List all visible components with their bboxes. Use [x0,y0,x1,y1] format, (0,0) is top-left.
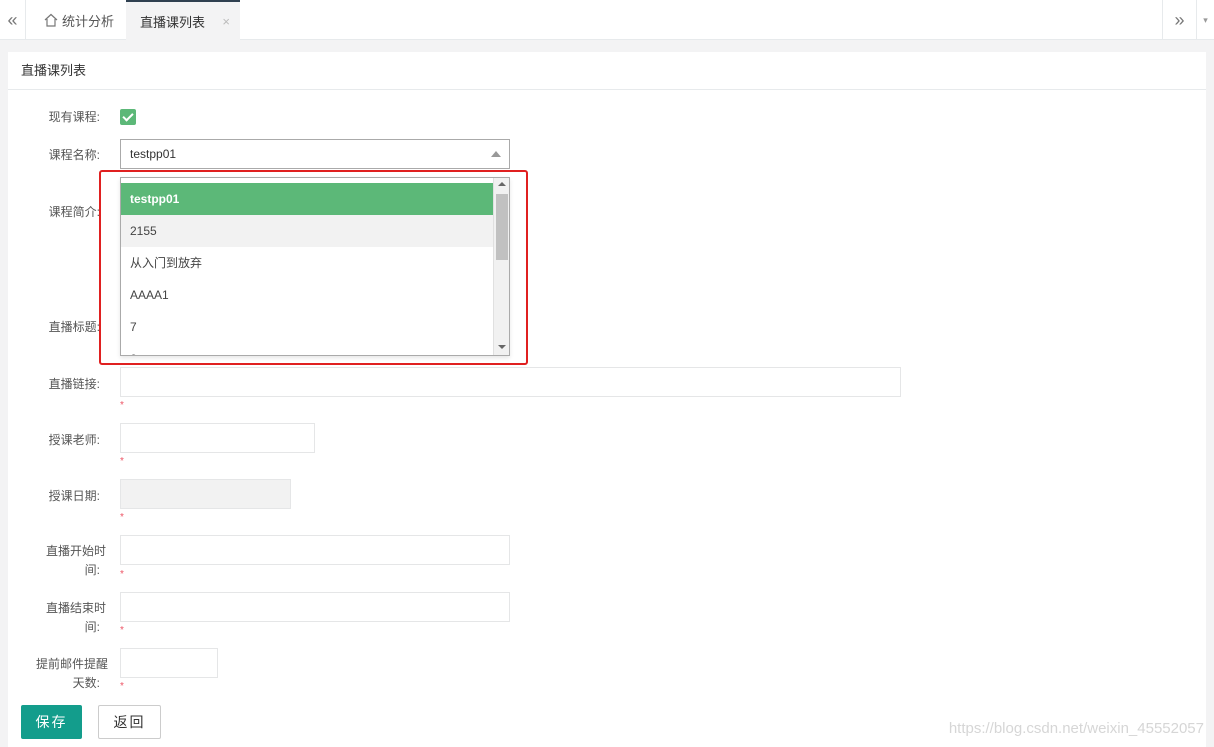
live-link-input[interactable] [120,367,901,397]
save-button[interactable]: 保存 [21,705,82,739]
existing-course-label: 现有课程: [48,110,100,124]
tab-more-button[interactable]: ▾ [1196,0,1214,40]
caret-up-icon [491,151,501,157]
tab-scroll-right-button[interactable]: » [1162,0,1196,40]
end-time-label-line1: 直播结束时 [45,601,106,615]
required-mark: * [120,512,124,523]
teacher-input[interactable] [120,423,315,453]
tab-statistics[interactable]: 统计分析 [32,0,124,40]
double-chevron-right-icon: » [1174,9,1185,30]
dropdown-option[interactable]: AAAA1 [121,279,493,311]
course-name-label: 课程名称: [48,148,100,162]
date-label: 授课日期: [48,489,100,503]
existing-course-checkbox[interactable] [120,109,136,125]
scroll-down-arrow-icon[interactable] [498,345,506,349]
live-title-label: 直播标题: [48,320,100,334]
reminder-label-line1: 提前邮件提醒 [35,657,108,671]
dropdown-scrollbar[interactable] [493,178,509,355]
dropdown-option[interactable]: testpp01 [121,183,493,215]
panel-title: 直播课列表 [8,52,1206,90]
scroll-up-arrow-icon[interactable] [498,182,506,186]
tab-live-course-list[interactable]: 直播课列表 × [126,0,240,40]
double-chevron-left-icon: « [7,9,18,30]
end-time-label-line2: 间: [84,620,100,634]
date-input[interactable] [120,479,291,509]
start-time-label-line2: 间: [84,563,100,577]
required-mark: * [120,681,124,692]
scrollbar-thumb[interactable] [496,194,508,260]
start-time-label-line1: 直播开始时 [45,544,106,558]
required-mark: * [120,569,124,580]
required-mark: * [120,400,124,411]
tab-scroll-left-button[interactable]: « [0,0,26,40]
close-icon[interactable]: × [222,14,230,29]
course-name-value: testpp01 [130,147,177,161]
tab-label: 直播课列表 [140,14,206,30]
chevron-down-icon: ▾ [1203,14,1208,25]
reminder-label-line2: 天数: [72,676,100,690]
watermark: https://blog.csdn.net/weixin_45552057 [948,720,1204,737]
end-time-input[interactable] [120,592,510,622]
dropdown-option[interactable]: 7 [121,311,493,343]
tab-label: 统计分析 [62,13,115,29]
back-button[interactable]: 返回 [98,705,161,739]
dropdown-option[interactable]: 2155 [121,215,493,247]
course-name-dropdown: testpp01 2155 从入门到放弃 AAAA1 7 6 [120,177,510,356]
home-icon [44,13,58,27]
teacher-label: 授课老师: [48,433,100,447]
reminder-days-input[interactable] [120,648,218,678]
course-intro-label: 课程简介: [48,205,100,219]
required-mark: * [120,625,124,636]
dropdown-option[interactable]: 6 [121,343,493,355]
required-mark: * [120,456,124,467]
tab-bar: « 统计分析 直播课列表 × » ▾ [0,0,1214,40]
live-link-label: 直播链接: [48,377,100,391]
start-time-input[interactable] [120,535,510,565]
dropdown-option[interactable]: 从入门到放弃 [121,247,493,279]
course-name-select[interactable]: testpp01 [120,139,510,169]
